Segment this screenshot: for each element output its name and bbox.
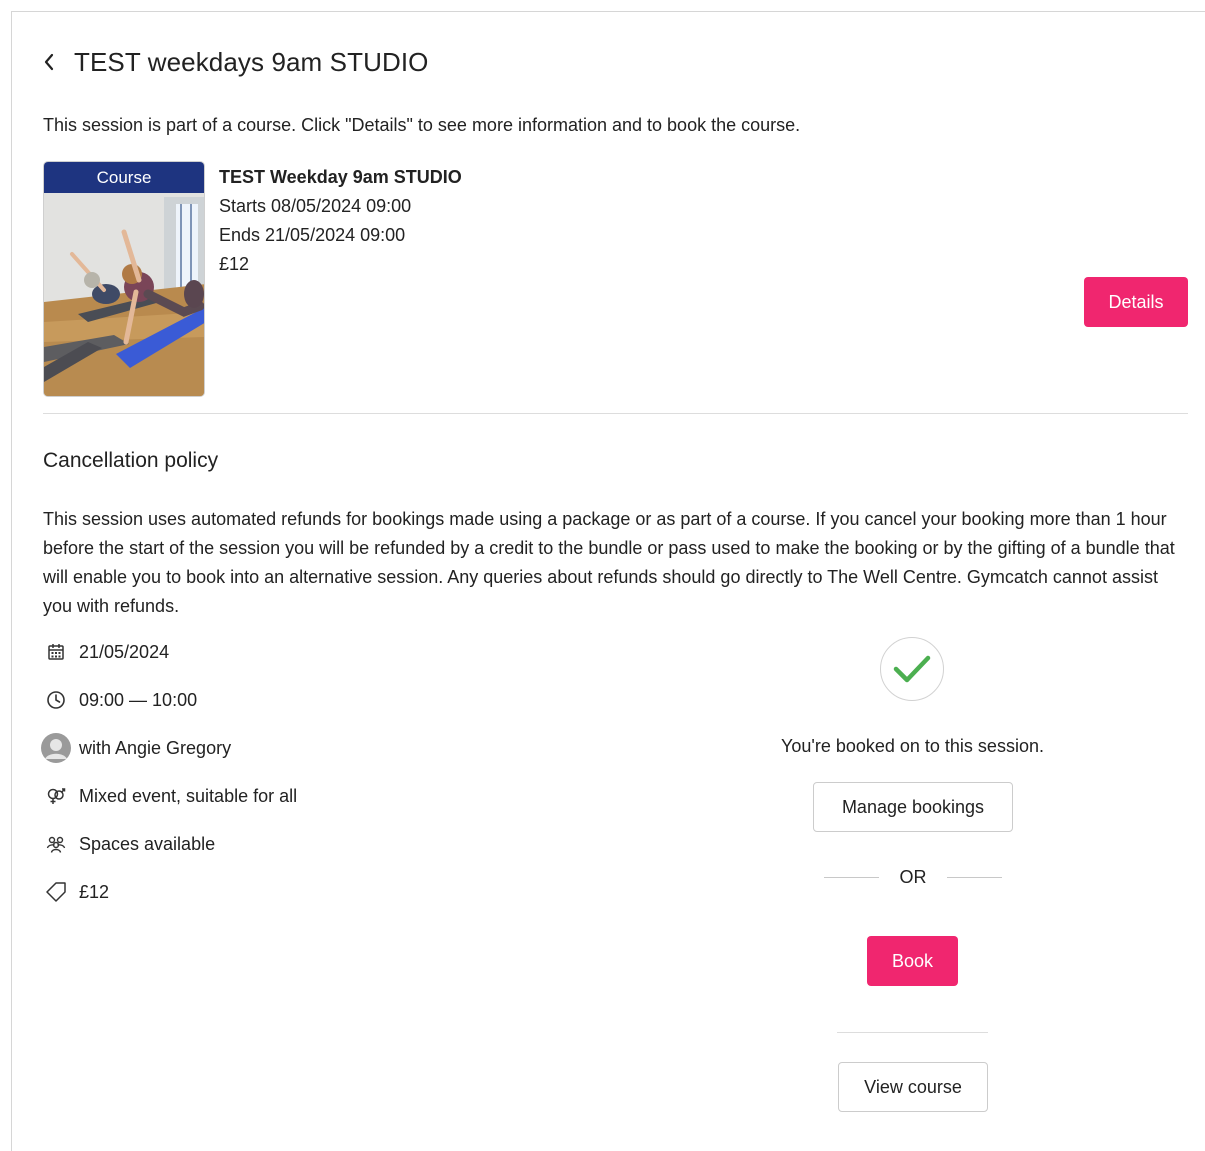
or-line-left xyxy=(824,876,879,878)
session-availability-text: Spaces available xyxy=(79,833,216,854)
session-date-text: 21/05/2024 xyxy=(79,641,170,662)
session-price: £12 xyxy=(43,877,297,907)
session-time: 09:00 — 10:00 xyxy=(43,685,297,715)
gender-icon xyxy=(41,781,71,811)
or-line-right xyxy=(947,876,1002,878)
or-separator: OR xyxy=(824,865,1002,889)
booked-status xyxy=(880,637,944,701)
avatar xyxy=(41,733,71,763)
course-price: £12 xyxy=(219,254,250,274)
cancellation-text: This session uses automated refunds for … xyxy=(43,509,1175,616)
yoga-class-photo xyxy=(44,162,204,396)
view-course-button[interactable]: View course xyxy=(838,1062,988,1112)
clock-icon xyxy=(41,685,71,715)
section-divider xyxy=(43,413,1188,414)
course-end: Ends 21/05/2024 09:00 xyxy=(219,225,406,245)
session-time-text: 09:00 — 10:00 xyxy=(79,689,198,710)
course-note: This session is part of a course. Click … xyxy=(43,115,801,135)
session-details: 21/05/2024 09:00 — 10:00 with Angie Greg… xyxy=(41,637,297,925)
page-header: TEST weekdays 9am STUDIO xyxy=(42,44,428,80)
people-icon xyxy=(41,829,71,859)
course-badge: Course xyxy=(44,162,204,193)
checkmark-icon xyxy=(893,655,931,683)
tag-icon xyxy=(41,877,71,907)
course-image[interactable]: Course xyxy=(43,161,205,397)
course-start: Starts 08/05/2024 09:00 xyxy=(219,196,412,216)
calendar-icon xyxy=(41,637,71,667)
booked-status-text: You're booked on to this session. xyxy=(781,736,1044,756)
session-audience: Mixed event, suitable for all xyxy=(43,781,297,811)
manage-bookings-button[interactable]: Manage bookings xyxy=(813,782,1013,832)
panel-divider xyxy=(837,1032,988,1033)
session-availability: Spaces available xyxy=(43,829,297,859)
session-instructor-text: with Angie Gregory xyxy=(79,737,232,758)
session-date: 21/05/2024 xyxy=(43,637,297,667)
course-name: TEST Weekday 9am STUDIO xyxy=(219,167,462,187)
or-label: OR xyxy=(899,866,927,887)
details-button[interactable]: Details xyxy=(1084,277,1188,327)
page-title: TEST weekdays 9am STUDIO xyxy=(74,46,429,77)
chevron-left-icon xyxy=(44,53,54,71)
session-instructor: with Angie Gregory xyxy=(41,733,297,763)
back-button[interactable] xyxy=(42,47,62,77)
book-button[interactable]: Book xyxy=(867,936,958,986)
session-audience-text: Mixed event, suitable for all xyxy=(79,785,298,806)
session-price-text: £12 xyxy=(79,881,110,902)
course-info: TEST Weekday 9am STUDIO Starts 08/05/202… xyxy=(219,163,462,279)
cancellation-title: Cancellation policy xyxy=(43,449,219,472)
